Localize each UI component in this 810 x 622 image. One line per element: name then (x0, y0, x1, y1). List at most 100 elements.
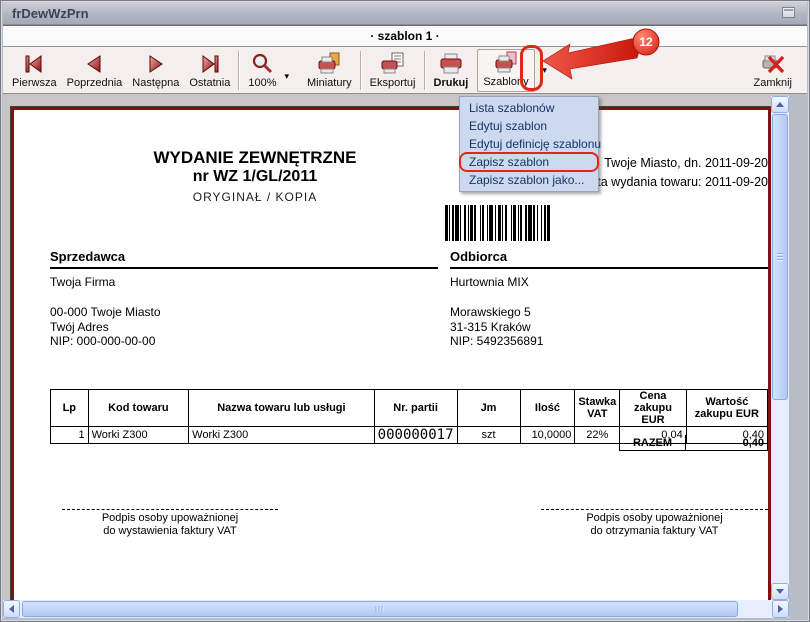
buyer-address-line: Morawskiego 5 (450, 305, 768, 320)
buyer-heading: Odbiorca (450, 249, 768, 269)
buyer-address-line: NIP: 5492356891 (450, 334, 768, 349)
last-page-button[interactable]: Ostatnia (184, 49, 235, 92)
table-cell: 10,0000 (520, 427, 575, 444)
nav-last-icon (197, 52, 223, 76)
toolbar-separator (238, 51, 240, 90)
szablony-menu: Lista szablonówEdytuj szablonEdytuj defi… (459, 96, 599, 192)
annotation-badge-number: 12 (639, 35, 653, 49)
seller-name: Twoja Firma (50, 275, 438, 289)
thumbnails-label: Miniatury (307, 77, 352, 89)
app-window: frDewWzPrn · szablon 1 · Pierwsza Poprze… (0, 0, 810, 622)
table-header-cell: Kod towaru (88, 390, 189, 427)
table-cell: 1 (51, 427, 89, 444)
seller-address-line: Twój Adres (50, 320, 438, 335)
table-header-cell: Wartość zakupu EUR (686, 390, 767, 427)
scroll-left-button[interactable] (3, 600, 20, 618)
maximize-button[interactable] (782, 7, 795, 18)
arrow-right-icon (778, 605, 783, 613)
close-button[interactable]: Zamknij (748, 49, 797, 92)
signature-line (541, 509, 768, 510)
export-icon (380, 52, 406, 76)
annotation-arrow: 12 (520, 16, 690, 88)
city-date: Twoje Miasto, dn. 2011-09-20 (583, 154, 768, 173)
total-label: RAZEM (619, 435, 686, 451)
table-cell: 22% (575, 427, 620, 444)
signature-left: Podpis osoby upoważnionejdo wystawienia … (62, 509, 278, 538)
table-cell: Worki Z300 (88, 427, 189, 444)
print-button[interactable]: Drukuj (429, 49, 474, 92)
first-page-label: Pierwsza (12, 77, 57, 89)
signature-right: Podpis osoby upoważnionejdo otrzymania f… (541, 509, 768, 538)
table-cell: 000000017 (374, 427, 457, 444)
scroll-right-button[interactable] (772, 600, 789, 618)
barcode-gap (550, 205, 552, 241)
scroll-down-button[interactable] (771, 583, 789, 600)
nav-previous-icon (81, 52, 107, 76)
next-page-button[interactable]: Następna (127, 49, 184, 92)
menu-item[interactable]: Lista szablonów (460, 99, 598, 117)
table-header-cell: Nazwa towaru lub usługi (189, 390, 375, 427)
arrow-left-icon (9, 605, 14, 613)
seller-heading: Sprzedawca (50, 249, 438, 269)
table-header-cell: Nr. partii (374, 390, 457, 427)
print-icon (438, 52, 464, 76)
signature-caption: Podpis osoby upoważnionej (62, 512, 278, 525)
seller-address-line: 00-000 Twoje Miasto (50, 305, 438, 320)
horizontal-scroll-thumb[interactable] (22, 601, 738, 617)
arrow-down-icon (776, 589, 784, 594)
zoom-dropdown-caret[interactable]: ▾ (281, 71, 292, 82)
issue-date: data wydania towaru: 2011-09-20 (583, 173, 768, 192)
previous-page-button[interactable]: Poprzednia (62, 49, 128, 92)
horizontal-scrollbar[interactable] (3, 600, 789, 618)
doc-copy-type: ORYGINAŁ / KOPIA (80, 190, 430, 204)
zoom-button[interactable]: 100% (243, 49, 281, 92)
menu-item[interactable]: Zapisz szablon (460, 153, 598, 171)
next-page-label: Następna (132, 77, 179, 89)
scroll-up-button[interactable] (771, 96, 789, 113)
arrow-up-icon (776, 102, 784, 107)
buyer-address-line: 31-315 Kraków (450, 320, 768, 335)
signature-caption: do wystawienia faktury VAT (62, 525, 278, 538)
nav-first-icon (21, 52, 47, 76)
table-header-cell: Ilość (520, 390, 575, 427)
barcode (445, 205, 641, 241)
total-value: 0,40 (686, 435, 768, 451)
signature-caption: do otrzymania faktury VAT (541, 525, 768, 538)
table-header-cell: Lp (51, 390, 89, 427)
table-header-cell: Stawka VAT (575, 390, 620, 427)
export-label: Eksportuj (370, 77, 416, 89)
signature-caption: Podpis osoby upoważnionej (541, 512, 768, 525)
doc-number: nr WZ 1/GL/2011 (80, 168, 430, 186)
menu-item[interactable]: Edytuj definicję szablonu (460, 135, 598, 153)
export-button[interactable]: Eksportuj (365, 49, 421, 92)
menu-item[interactable]: Edytuj szablon (460, 117, 598, 135)
buyer-section: Odbiorca Hurtownia MIX Morawskiego 531-3… (450, 249, 768, 349)
signature-line (62, 509, 278, 510)
menu-item[interactable]: Zapisz szablon jako... (460, 171, 598, 189)
close-icon (760, 52, 786, 76)
last-page-label: Ostatnia (189, 77, 230, 89)
template-bar-label: · szablon 1 · (370, 29, 439, 43)
templates-icon (493, 51, 519, 75)
total-row: RAZEM 0,40 (619, 435, 768, 451)
seller-section: Sprzedawca Twoja Firma 00-000 Twoje Mias… (50, 249, 438, 349)
preview-area: WYDANIE ZEWNĘTRZNE nr WZ 1/GL/2011 ORYGI… (3, 94, 789, 618)
table-cell: szt (457, 427, 520, 444)
magnifier-icon (249, 52, 275, 76)
window-title: frDewWzPrn (3, 6, 89, 21)
thumbnails-icon (316, 52, 342, 76)
table-cell: Worki Z300 (189, 427, 375, 444)
table-header-cell: Jm (457, 390, 520, 427)
close-label: Zamknij (753, 77, 792, 89)
thumbnails-button[interactable]: Miniatury (302, 49, 357, 92)
first-page-button[interactable]: Pierwsza (7, 49, 62, 92)
buyer-name: Hurtownia MIX (450, 275, 768, 289)
document-page: WYDANIE ZEWNĘTRZNE nr WZ 1/GL/2011 ORYGI… (11, 107, 771, 618)
print-label: Drukuj (434, 77, 469, 89)
toolbar-separator (360, 51, 362, 90)
vertical-scroll-thumb[interactable] (772, 114, 788, 400)
toolbar-separator (424, 51, 426, 90)
zoom-level-label: 100% (248, 77, 276, 89)
table-header-cell: Cena zakupu EUR (620, 390, 686, 427)
vertical-scrollbar[interactable] (771, 96, 789, 600)
